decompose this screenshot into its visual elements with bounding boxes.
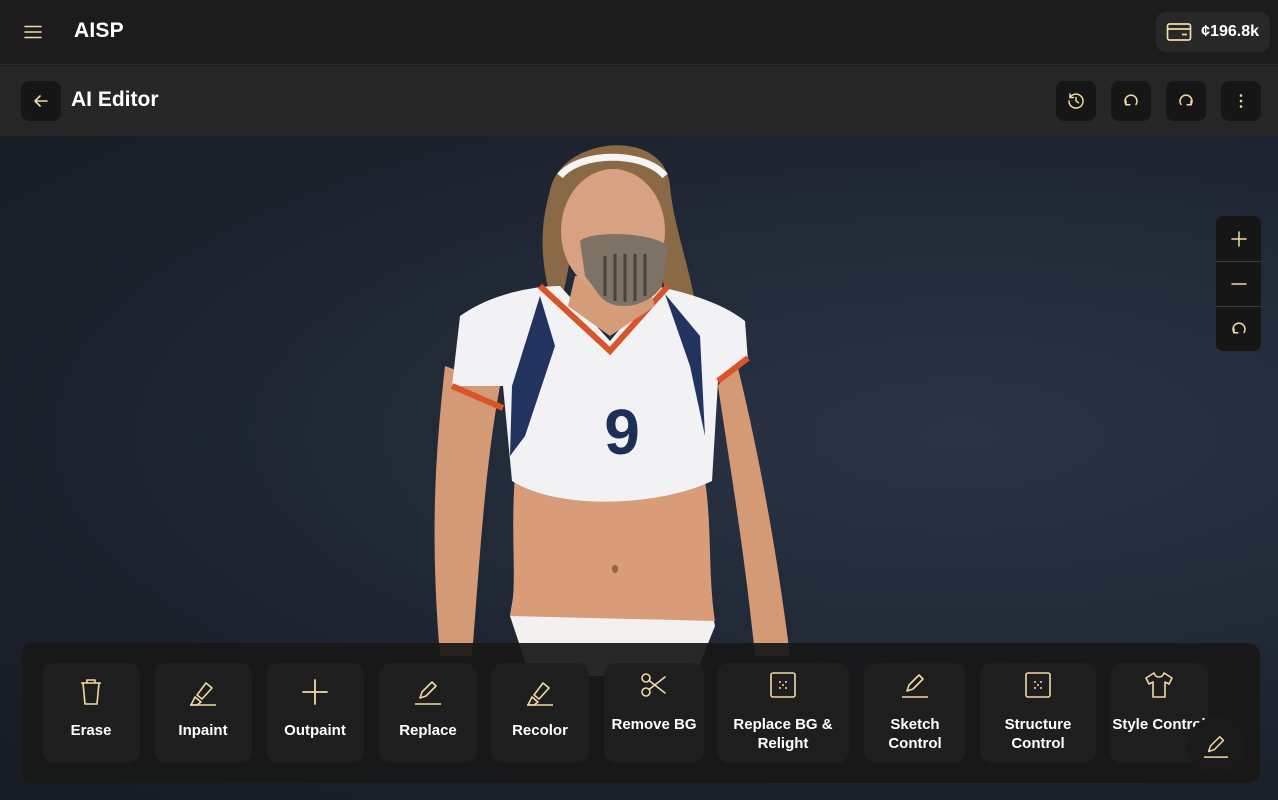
shirt-icon bbox=[1145, 672, 1173, 698]
undo-button[interactable] bbox=[1111, 81, 1151, 121]
tool-label: Erase bbox=[70, 722, 112, 739]
plus-icon bbox=[302, 679, 328, 705]
arrow-left-icon bbox=[34, 95, 48, 107]
tool-label: Inpaint bbox=[178, 722, 228, 739]
tool-replace[interactable]: Replace bbox=[379, 663, 477, 763]
reset-zoom-button[interactable] bbox=[1216, 306, 1261, 351]
tool-label: Replace bbox=[399, 722, 457, 739]
wallet-icon bbox=[1166, 23, 1192, 41]
zoom-out-button[interactable] bbox=[1216, 261, 1261, 306]
credits-balance[interactable]: ¢196.8k bbox=[1156, 12, 1270, 52]
tool-remove-bg[interactable]: Remove BG bbox=[604, 663, 704, 763]
brush-icon bbox=[527, 682, 553, 706]
pencil-icon bbox=[1203, 735, 1229, 758]
tool-label: Sketch Control bbox=[888, 716, 942, 752]
tool-outpaint[interactable]: Outpaint bbox=[266, 663, 364, 763]
hamburger-icon bbox=[24, 25, 42, 39]
tool-label: Remove BG bbox=[611, 716, 697, 733]
tool-label: Replace BG & Relight bbox=[733, 716, 833, 752]
top-bar: AISP ¢196.8k bbox=[0, 0, 1278, 65]
pencil-icon bbox=[415, 681, 441, 705]
more-options-button[interactable] bbox=[1221, 81, 1261, 121]
menu-button[interactable] bbox=[18, 17, 48, 47]
jersey-number: 9 bbox=[604, 396, 640, 468]
tool-recolor[interactable]: Recolor bbox=[491, 663, 589, 763]
zoom-in-button[interactable] bbox=[1216, 216, 1261, 261]
redo-icon bbox=[1179, 94, 1193, 106]
dotted-square-icon bbox=[1025, 672, 1051, 698]
tool-sketch-control[interactable]: Sketch Control bbox=[864, 663, 966, 763]
editor-bar: AI Editor bbox=[0, 66, 1278, 136]
page-title: AI Editor bbox=[71, 88, 159, 111]
tools-toolbar: Erase Inpaint Outpaint Replace Recolor R… bbox=[22, 643, 1260, 783]
tool-label: Outpaint bbox=[284, 722, 346, 739]
edit-fab-button[interactable] bbox=[1187, 717, 1245, 775]
tool-structure-control[interactable]: Structure Control bbox=[980, 663, 1096, 763]
redo-button[interactable] bbox=[1166, 81, 1206, 121]
tool-erase[interactable]: Erase bbox=[42, 663, 140, 763]
zoom-out-icon bbox=[1230, 283, 1247, 285]
credits-amount: ¢196.8k bbox=[1201, 23, 1259, 40]
dotted-square-icon bbox=[770, 672, 796, 698]
history-icon bbox=[1068, 93, 1084, 109]
edited-photo: 9 bbox=[434, 145, 790, 676]
trash-icon bbox=[81, 679, 101, 705]
reset-zoom-icon bbox=[1231, 322, 1246, 334]
tool-replace-bg-relight[interactable]: Replace BG & Relight bbox=[717, 663, 849, 763]
scissors-icon bbox=[641, 673, 666, 697]
tool-label: Structure Control bbox=[1004, 716, 1072, 752]
pencil-icon bbox=[902, 674, 928, 698]
app-title: AISP bbox=[74, 19, 124, 42]
history-button[interactable] bbox=[1056, 81, 1096, 121]
zoom-controls bbox=[1216, 216, 1261, 351]
more-vertical-icon bbox=[1239, 94, 1243, 108]
tool-label: Recolor bbox=[512, 722, 568, 739]
brush-icon bbox=[190, 682, 216, 706]
back-button[interactable] bbox=[21, 81, 61, 121]
zoom-in-icon bbox=[1230, 230, 1247, 247]
tool-inpaint[interactable]: Inpaint bbox=[154, 663, 252, 763]
undo-icon bbox=[1124, 94, 1138, 106]
